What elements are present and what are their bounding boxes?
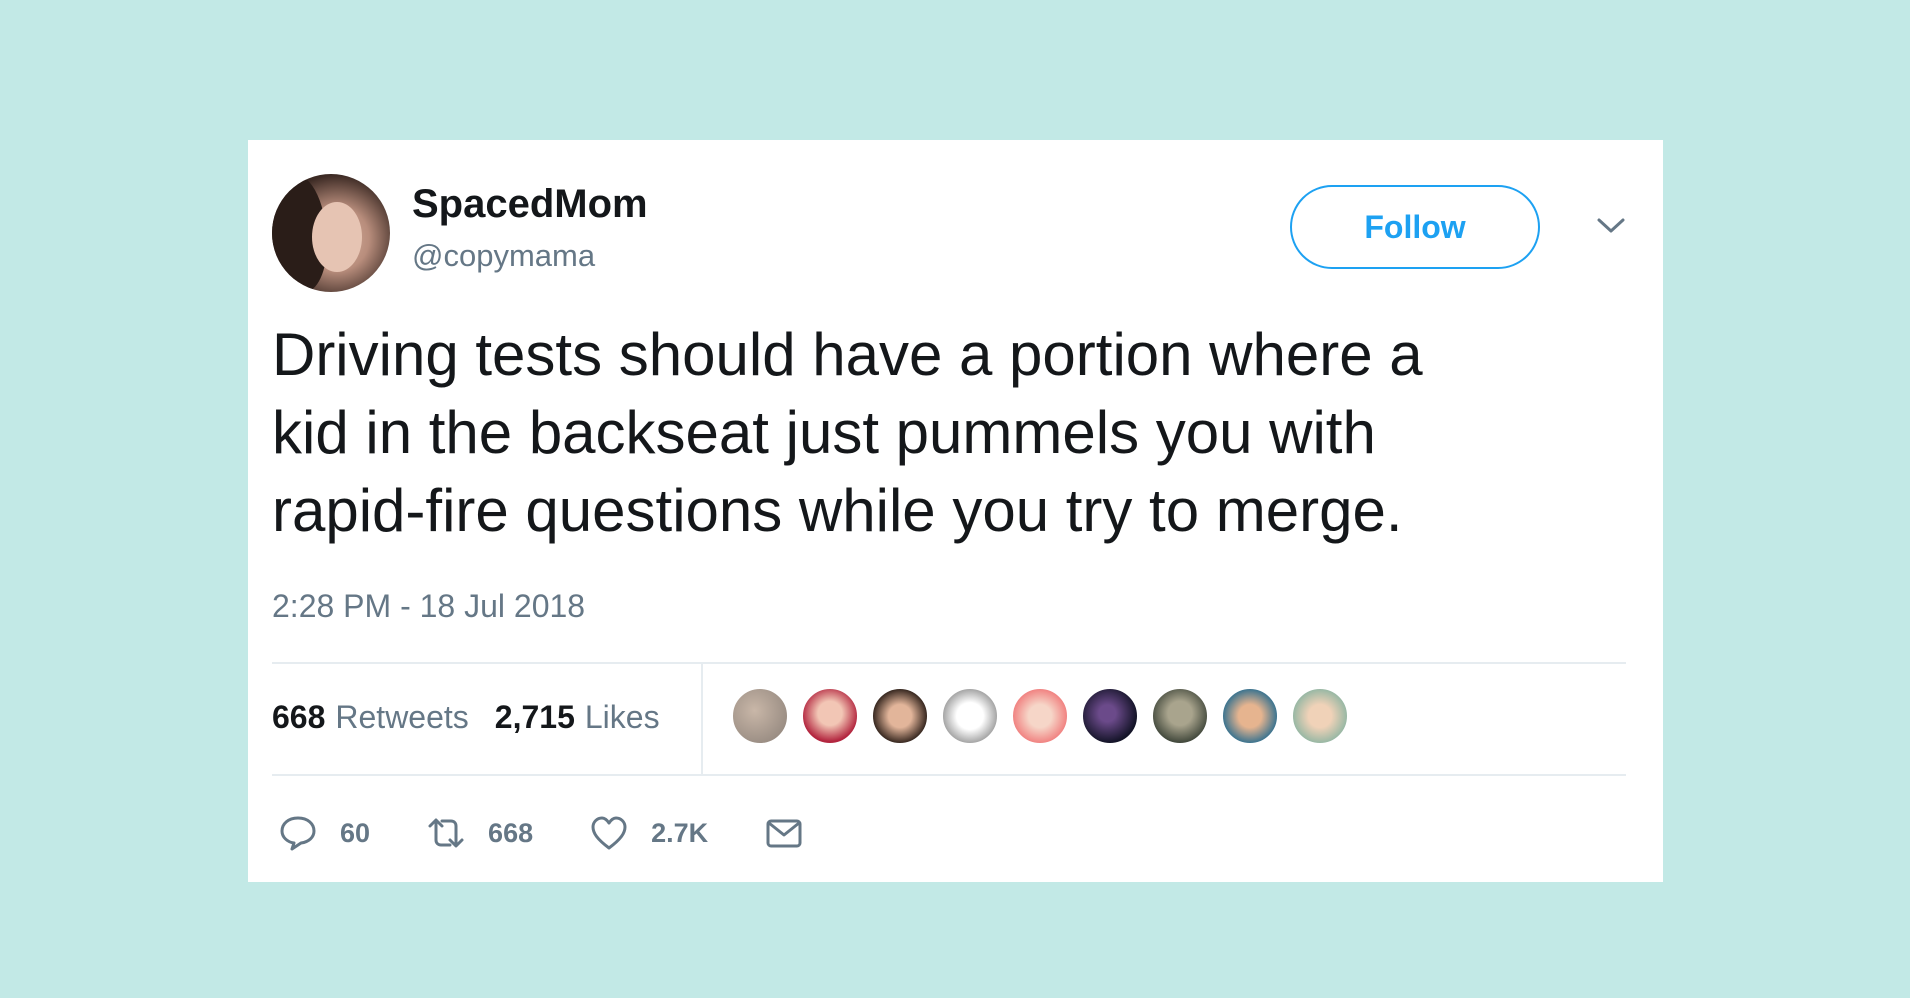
likers-avatars (731, 687, 1361, 745)
reply-button[interactable]: 60 (278, 813, 370, 853)
liker-avatar[interactable] (1291, 687, 1349, 745)
chevron-down-icon[interactable] (1593, 210, 1629, 240)
retweet-count: 668 (488, 817, 534, 848)
divider-bottom (272, 774, 1626, 776)
retweet-icon (428, 818, 464, 848)
like-button[interactable]: 2.7K (589, 813, 708, 853)
tweet-card: SpacedMom @copymama Follow Driving tests… (248, 140, 1663, 882)
envelope-icon (766, 819, 802, 848)
retweets-label: Retweets (335, 698, 469, 735)
tweet-timestamp[interactable]: 2:28 PM - 18 Jul 2018 (272, 588, 585, 625)
liker-avatar[interactable] (1151, 687, 1209, 745)
liker-avatar[interactable] (1081, 687, 1139, 745)
stats-separator (701, 662, 703, 774)
liker-avatar[interactable] (731, 687, 789, 745)
tweet-actions: 60 668 2.7K (278, 808, 860, 858)
retweets-stat[interactable]: 668 Retweets (272, 699, 469, 736)
author-name[interactable]: SpacedMom (412, 182, 648, 227)
avatar-face (312, 202, 362, 272)
author-handle[interactable]: @copymama (412, 238, 595, 274)
likes-stat[interactable]: 2,715 Likes (495, 699, 660, 736)
liker-avatar[interactable] (1011, 687, 1069, 745)
retweets-count: 668 (272, 698, 326, 735)
author-avatar[interactable] (272, 174, 390, 292)
heart-icon (591, 816, 627, 850)
tweet-text: Driving tests should have a portion wher… (272, 321, 1423, 544)
like-count: 2.7K (651, 817, 709, 848)
reply-icon (280, 816, 316, 851)
direct-message-button[interactable] (764, 813, 804, 853)
follow-button[interactable]: Follow (1290, 185, 1540, 269)
liker-avatar[interactable] (1221, 687, 1279, 745)
liker-avatar[interactable] (801, 687, 859, 745)
liker-avatar[interactable] (941, 687, 999, 745)
liker-avatar[interactable] (871, 687, 929, 745)
reply-count: 60 (340, 817, 371, 848)
likes-label: Likes (584, 698, 660, 735)
retweet-button[interactable]: 668 (426, 813, 533, 853)
engagement-stats: 668 Retweets 2,715 Likes (272, 662, 686, 772)
likes-count: 2,715 (494, 698, 575, 735)
